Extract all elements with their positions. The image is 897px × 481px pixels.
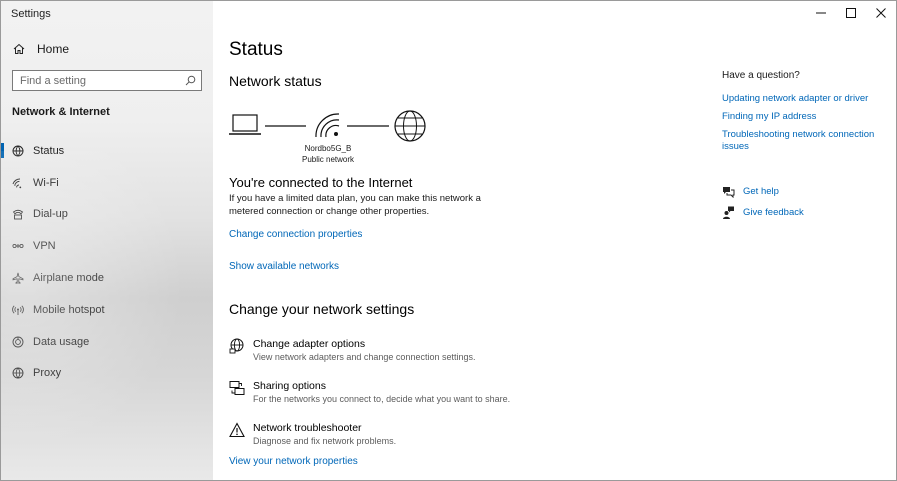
option-description: Diagnose and fix network problems. (253, 436, 397, 446)
connection-status-text: If you have a limited data plan, you can… (229, 193, 481, 217)
page-title: Status (229, 39, 283, 60)
sidebar: Settings Home Network & Internet Status (1, 1, 213, 480)
help-link-finding-ip[interactable]: Finding my IP address (722, 111, 882, 123)
change-connection-properties-link[interactable]: Change connection properties (229, 229, 362, 240)
network-status-heading: Network status (229, 73, 322, 89)
minimize-icon (816, 12, 826, 14)
wifi-icon (12, 177, 24, 189)
airplane-icon (12, 272, 24, 284)
hotspot-icon (12, 304, 24, 316)
feedback-person-icon (722, 206, 735, 219)
sidebar-item-label: Dial-up (33, 208, 68, 221)
sidebar-item-label: Status (33, 144, 65, 157)
sidebar-item-airplane-mode[interactable]: Airplane mode (1, 262, 213, 294)
status-globe-icon (12, 145, 24, 157)
globe-icon (12, 367, 24, 379)
section-title: Network & Internet (12, 106, 110, 118)
give-feedback-label: Give feedback (743, 207, 804, 218)
search-icon[interactable] (185, 75, 196, 86)
help-link-updating-adapter[interactable]: Updating network adapter or driver (722, 93, 882, 105)
get-help-link[interactable]: Get help (722, 185, 779, 198)
adapter-globe-icon (229, 338, 245, 354)
sidebar-nav: Status Wi-Fi Dial-up VPN Airplane mode M… (1, 135, 213, 389)
sidebar-item-label: Proxy (33, 367, 62, 380)
sidebar-item-status[interactable]: Status (1, 135, 213, 167)
settings-window: Settings Home Network & Internet Status (0, 0, 897, 481)
sidebar-item-label: Data usage (33, 335, 90, 348)
option-title: Network troubleshooter (253, 422, 362, 434)
help-link-troubleshooting[interactable]: Troubleshooting network connection issue… (722, 129, 882, 153)
minimize-button[interactable] (806, 1, 836, 25)
search-box[interactable] (12, 70, 202, 91)
wifi-signal-icon (315, 113, 340, 138)
search-input[interactable] (13, 73, 182, 88)
data-usage-icon (12, 336, 24, 348)
sidebar-item-label: Mobile hotspot (33, 303, 105, 316)
internet-globe-icon (394, 110, 426, 142)
dialup-icon (12, 208, 24, 220)
sidebar-item-proxy[interactable]: Proxy (1, 358, 213, 390)
network-troubleshooter[interactable]: Network troubleshooter Diagnose and fix … (229, 422, 396, 447)
window-title: Settings (11, 8, 51, 20)
change-adapter-options[interactable]: Change adapter options View network adap… (229, 338, 475, 363)
sidebar-item-label: Wi-Fi (33, 176, 59, 189)
close-button[interactable] (866, 1, 896, 25)
maximize-button[interactable] (836, 1, 866, 25)
help-heading: Have a question? (722, 70, 800, 81)
warning-icon (229, 422, 245, 438)
vpn-icon (12, 240, 24, 252)
option-title: Sharing options (253, 380, 326, 392)
option-title: Change adapter options (253, 338, 366, 350)
view-network-properties-link[interactable]: View your network properties (229, 456, 358, 467)
sidebar-item-label: VPN (33, 240, 56, 253)
option-description: View network adapters and change connect… (253, 352, 476, 362)
show-available-networks-link[interactable]: Show available networks (229, 261, 339, 272)
sidebar-item-vpn[interactable]: VPN (1, 230, 213, 262)
sidebar-item-label: Airplane mode (33, 272, 104, 285)
sidebar-item-data-usage[interactable]: Data usage (1, 326, 213, 358)
laptop-icon (229, 114, 261, 135)
network-type: Public network (301, 155, 355, 164)
connection-status-title: You're connected to the Internet (229, 175, 413, 190)
home-label: Home (37, 42, 70, 56)
get-help-label: Get help (743, 186, 779, 197)
sidebar-item-dialup[interactable]: Dial-up (1, 199, 213, 231)
network-name-block: Nordbo5G_B Public network (289, 143, 367, 165)
change-settings-heading: Change your network settings (229, 301, 415, 317)
close-icon (876, 8, 886, 18)
chat-bubble-icon (722, 185, 735, 198)
network-name: Nordbo5G_B (304, 144, 352, 153)
sidebar-item-mobile-hotspot[interactable]: Mobile hotspot (1, 294, 213, 326)
home-link[interactable]: Home (13, 42, 69, 56)
sidebar-item-wifi[interactable]: Wi-Fi (1, 167, 213, 199)
home-icon (13, 43, 25, 55)
maximize-icon (846, 8, 856, 18)
option-description: For the networks you connect to, decide … (253, 394, 511, 404)
sharing-options[interactable]: Sharing options For the networks you con… (229, 380, 510, 405)
sharing-icon (229, 380, 245, 396)
give-feedback-link[interactable]: Give feedback (722, 206, 804, 219)
